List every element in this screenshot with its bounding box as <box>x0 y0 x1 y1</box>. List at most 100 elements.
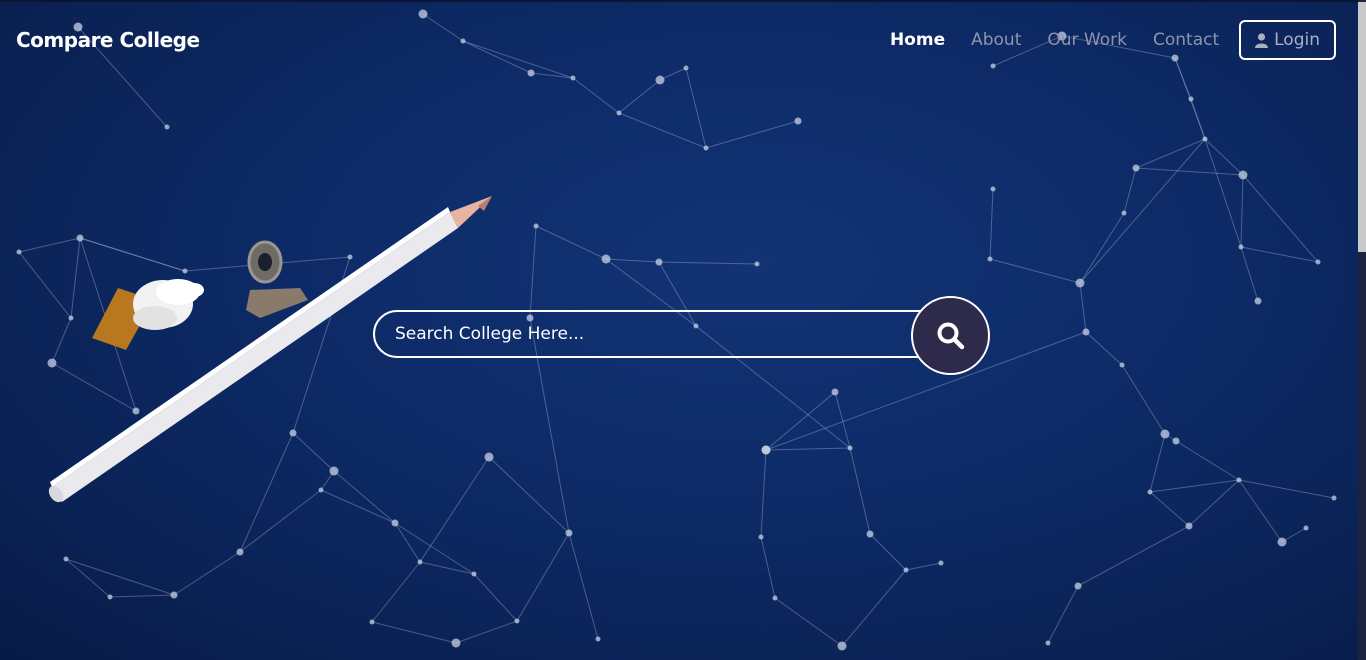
network-node <box>514 618 520 624</box>
network-link <box>1149 433 1166 493</box>
network-link <box>605 258 660 263</box>
network-node <box>831 388 839 396</box>
search-icon <box>937 322 964 349</box>
network-node <box>772 595 778 601</box>
network-link <box>1188 479 1240 527</box>
network-link <box>989 258 1081 284</box>
nav-contact[interactable]: Contact <box>1153 30 1219 50</box>
network-link <box>1047 585 1079 644</box>
network-link <box>1204 138 1242 248</box>
search-bar <box>373 296 991 375</box>
network-node <box>236 548 244 556</box>
network-link <box>473 573 518 622</box>
network-node <box>1202 136 1208 142</box>
network-node <box>595 636 601 642</box>
network-link <box>572 77 620 114</box>
network-link <box>1242 174 1319 263</box>
user-icon <box>1255 32 1269 48</box>
network-link <box>705 120 799 149</box>
network-link <box>765 391 836 451</box>
network-link <box>371 561 421 623</box>
network-link <box>1175 440 1240 481</box>
network-node <box>1121 210 1127 216</box>
network-node <box>1119 362 1125 368</box>
login-label: Login <box>1274 30 1320 50</box>
network-node <box>1238 244 1244 250</box>
network-link <box>1079 212 1125 284</box>
network-link <box>394 522 421 563</box>
page-scrollbar[interactable] <box>1358 0 1366 660</box>
search-button[interactable] <box>911 296 990 375</box>
network-link <box>1077 525 1190 587</box>
network-link <box>869 533 907 571</box>
network-node <box>1303 525 1309 531</box>
network-node <box>754 261 760 267</box>
binder-clip-image <box>246 240 308 318</box>
scrollbar-thumb[interactable] <box>1358 2 1366 252</box>
network-node <box>63 556 69 562</box>
network-node <box>1236 477 1242 483</box>
network-link <box>1238 479 1283 543</box>
network-link <box>760 449 767 538</box>
network-node <box>1045 640 1051 646</box>
network-node <box>938 560 944 566</box>
network-node <box>1315 259 1321 265</box>
network-node <box>1147 489 1153 495</box>
network-link <box>419 561 475 575</box>
network-link <box>1238 479 1335 499</box>
network-node <box>601 254 611 264</box>
network-node <box>683 65 689 71</box>
network-link <box>1079 138 1206 284</box>
network-node <box>1277 537 1287 547</box>
network-link <box>394 522 475 575</box>
nav-home[interactable]: Home <box>890 30 945 50</box>
network-node <box>471 571 477 577</box>
search-input[interactable] <box>373 310 963 358</box>
network-link <box>1135 138 1206 169</box>
network-node <box>655 258 663 266</box>
nav-our-work[interactable]: Our Work <box>1047 30 1127 50</box>
network-node <box>1254 297 1262 305</box>
network-node <box>565 529 573 537</box>
login-button[interactable]: Login <box>1239 20 1336 60</box>
network-link <box>65 558 111 598</box>
network-node <box>451 638 461 648</box>
network-link <box>618 112 707 149</box>
brand-logo[interactable]: Compare College <box>16 28 200 52</box>
network-node <box>527 69 535 77</box>
network-node <box>391 519 399 527</box>
network-node <box>987 256 993 262</box>
network-node <box>990 63 996 69</box>
network-node <box>107 594 113 600</box>
network-node <box>703 145 709 151</box>
network-link <box>841 569 907 647</box>
network-node <box>1075 278 1085 288</box>
network-node <box>1160 429 1170 439</box>
nav-about[interactable]: About <box>971 30 1021 50</box>
network-node <box>794 117 802 125</box>
network-link <box>1085 331 1123 366</box>
network-node <box>170 591 178 599</box>
network-link <box>1135 167 1244 176</box>
network-link <box>618 79 661 114</box>
network-link <box>371 621 457 644</box>
network-link <box>658 261 758 265</box>
network-link <box>65 558 175 596</box>
network-link <box>1121 364 1166 435</box>
network-node <box>417 559 423 565</box>
network-node <box>616 110 622 116</box>
network-link <box>173 551 241 596</box>
network-node <box>1331 495 1337 501</box>
network-node <box>1185 522 1193 530</box>
network-node <box>533 223 539 229</box>
network-node <box>758 534 764 540</box>
network-node <box>990 186 996 192</box>
network-link <box>535 225 607 260</box>
network-node <box>847 445 853 451</box>
network-node <box>1074 582 1082 590</box>
network-node <box>1132 164 1140 172</box>
network-node <box>1188 96 1194 102</box>
network-node <box>570 75 576 81</box>
desk-objects-illustration <box>48 196 492 503</box>
network-link <box>1149 479 1240 493</box>
